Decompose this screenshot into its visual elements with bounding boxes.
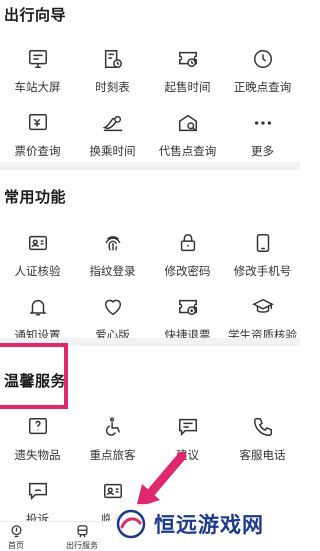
change-password-button[interactable]: 修改密码 <box>150 228 225 292</box>
sale-time-label: 起售时间 <box>164 82 211 94</box>
phone-icon <box>256 234 269 252</box>
temp-id-icon <box>103 483 122 499</box>
watermark-logo-icon <box>116 509 146 539</box>
suggestion-icon <box>178 418 197 437</box>
nav-home-label: 首页 <box>8 541 24 550</box>
fingerprint-login-label: 指纹登录 <box>89 266 136 278</box>
heart-icon <box>104 299 121 316</box>
watermark-text: 恒远游戏网 <box>154 513 264 537</box>
timetable-icon <box>104 50 122 68</box>
complaint-icon <box>28 482 47 501</box>
lost-items-button[interactable]: 遗失物品 <box>0 412 75 476</box>
lost-items-label: 遗失物品 <box>14 450 61 462</box>
customer-hotline-button[interactable]: 客服电话 <box>225 412 300 476</box>
travel-guide-section: 出行向导 车站大屏 时刻表 起售时间 正晚点查询 票价查询 换乘时间 代售点查询 <box>0 0 300 158</box>
graduation-cap-icon <box>251 298 274 313</box>
common-functions-title: 常用功能 <box>4 189 67 206</box>
change-password-label: 修改密码 <box>164 266 211 278</box>
id-verify-button[interactable]: 人证核验 <box>0 228 75 292</box>
fingerprint-icon <box>104 236 121 251</box>
section-divider <box>0 162 300 170</box>
more-label: 更多 <box>251 146 274 158</box>
agency-icon <box>178 114 197 132</box>
id-verify-icon <box>28 235 47 251</box>
arrow-annotation <box>136 452 187 508</box>
delay-query-button[interactable]: 正晚点查询 <box>225 44 300 108</box>
train-icon <box>77 525 87 538</box>
fingerprint-login-button[interactable]: 指纹登录 <box>75 228 150 292</box>
lock-icon <box>180 234 195 252</box>
customer-hotline-label: 客服电话 <box>239 450 286 462</box>
ticket-price-label: 票价查询 <box>14 146 61 158</box>
more-icon <box>254 121 271 125</box>
nav-travel-service[interactable]: 出行服务 <box>66 524 98 551</box>
nav-home[interactable]: 首页 <box>8 524 24 551</box>
change-phone-label: 修改手机号 <box>233 266 292 278</box>
highlight-annotation <box>0 343 68 409</box>
travel-guide-title: 出行向导 <box>4 7 67 24</box>
nav-travel-service-label: 出行服务 <box>66 541 98 550</box>
bell-icon <box>28 299 47 316</box>
timetable-button[interactable]: 时刻表 <box>75 44 150 108</box>
wheelchair-icon <box>105 417 120 436</box>
change-phone-button[interactable]: 修改手机号 <box>225 228 300 292</box>
station-screen-button[interactable]: 车站大屏 <box>0 44 75 108</box>
sale-time-button[interactable]: 起售时间 <box>150 44 225 108</box>
transfer-time-label: 换乘时间 <box>89 146 136 158</box>
station-screen-icon <box>28 50 47 68</box>
delay-query-label: 正晚点查询 <box>233 82 292 94</box>
home-icon <box>11 525 21 538</box>
clock-icon <box>253 50 272 68</box>
transfer-time-icon <box>101 115 122 132</box>
travel-guide-grid: 车站大屏 时刻表 起售时间 正晚点查询 票价查询 换乘时间 代售点查询 更多 <box>0 44 300 172</box>
station-screen-label: 车站大屏 <box>14 82 61 94</box>
key-passenger-label: 重点旅客 <box>89 450 136 462</box>
agency-query-label: 代售点查询 <box>158 146 217 158</box>
timetable-label: 时刻表 <box>95 82 130 94</box>
sale-time-icon <box>178 51 197 68</box>
ticket-price-icon <box>28 114 47 131</box>
refund-icon <box>178 299 197 316</box>
phone-call-icon <box>253 418 272 436</box>
id-verify-label: 人证核验 <box>14 266 61 278</box>
common-functions-grid: 人证核验 指纹登录 修改密码 修改手机号 通知设置 爱心版 快捷退票 学生资质核… <box>0 228 300 356</box>
watermark: 恒远游戏网 <box>110 504 300 544</box>
common-functions-section: 常用功能 人证核验 指纹登录 修改密码 修改手机号 通知设置 爱心版 快捷退票 <box>0 170 300 342</box>
lost-items-icon <box>28 418 47 435</box>
